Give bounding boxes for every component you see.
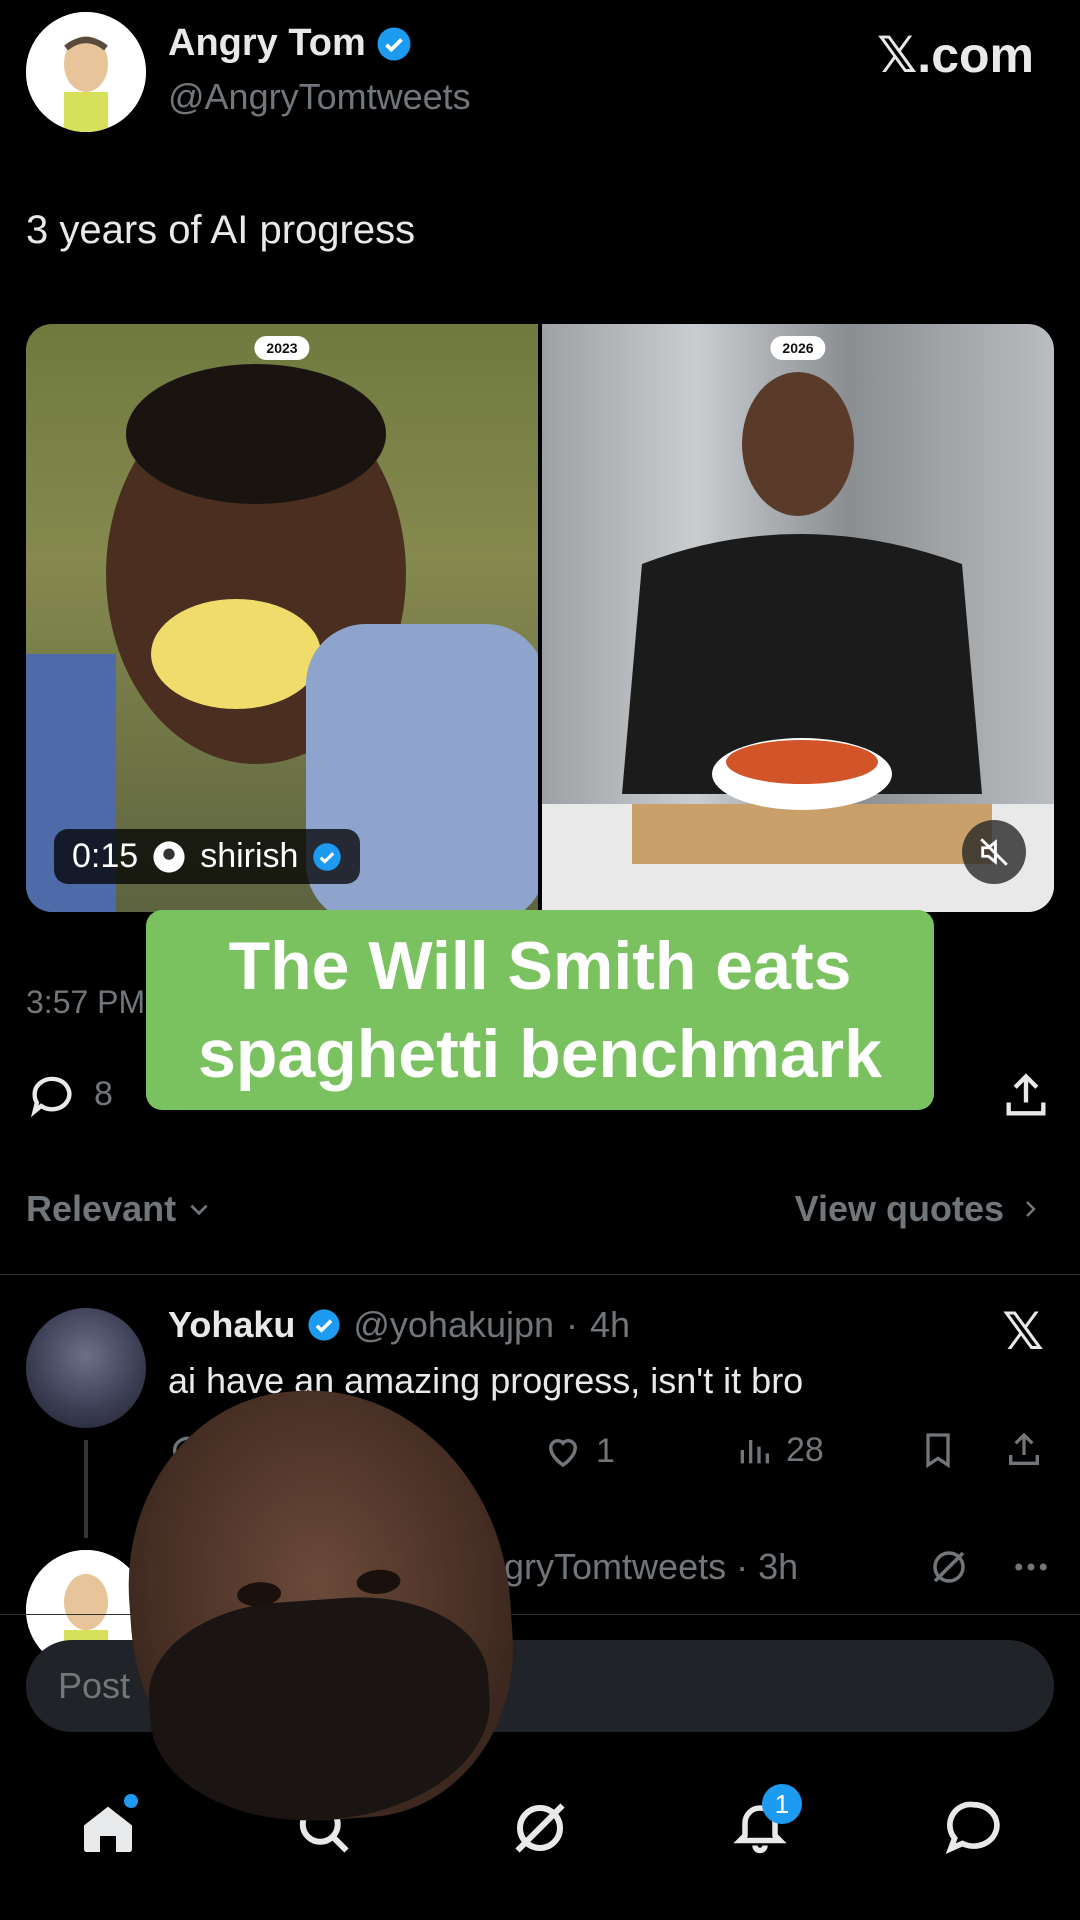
- tweet-timestamp: 3:57 PM: [26, 984, 146, 1020]
- reply-count: 8: [94, 1074, 113, 1113]
- reply-views-action[interactable]: 28: [734, 1430, 824, 1470]
- new-posts-dot: [124, 1794, 138, 1808]
- sort-relevant-dropdown[interactable]: Relevant: [26, 1188, 212, 1230]
- video-pane-2026[interactable]: 2026: [542, 324, 1054, 912]
- heart-icon: [548, 1439, 578, 1468]
- views-chart-icon: [740, 1440, 769, 1464]
- site-watermark: 𝕏.com: [877, 27, 1034, 83]
- share-icon: [1009, 1432, 1039, 1465]
- thread-line: [84, 1440, 88, 1538]
- chevron-down-icon: [190, 1204, 208, 1216]
- cartoon-avatar-icon: [26, 12, 146, 132]
- x-logo-icon: 𝕏: [1002, 1303, 1044, 1361]
- tweet-media[interactable]: 2023 0:15 shirish 2026: [26, 324, 1054, 912]
- section-divider: [0, 1274, 1080, 1275]
- notifications-badge: 1: [762, 1784, 802, 1824]
- creator-avatar-icon: [153, 840, 185, 873]
- share-button[interactable]: [1000, 1070, 1052, 1127]
- bookmark-icon: [926, 1433, 950, 1469]
- video-badge: 0:15 shirish: [54, 829, 361, 884]
- bookmark-button[interactable]: [918, 1430, 958, 1470]
- reply-share-button[interactable]: [1004, 1430, 1044, 1470]
- muted-speaker-icon: [980, 838, 1008, 866]
- reply2-icons: [928, 1546, 1052, 1588]
- video-duration: 0:15: [72, 837, 139, 875]
- video-pane-2023[interactable]: 2023 0:15 shirish: [26, 324, 538, 912]
- reply-author-name[interactable]: Yohaku: [168, 1304, 295, 1346]
- chevron-right-icon: [1026, 1201, 1036, 1217]
- author-avatar[interactable]: [26, 12, 146, 132]
- view-quotes-label: View quotes: [794, 1188, 1004, 1229]
- video-credit: shirish: [200, 837, 299, 875]
- tweet-text: 3 years of AI progress: [26, 208, 416, 252]
- reply-action[interactable]: 8: [26, 1068, 113, 1120]
- grok-icon[interactable]: [928, 1546, 970, 1588]
- reply-time: 4h: [590, 1304, 631, 1345]
- separator-dot: ·: [566, 1304, 579, 1345]
- verified-badge-icon: [313, 842, 342, 871]
- reply-header: Yohaku @yohakujpn · 4h: [168, 1304, 630, 1346]
- verified-badge-icon: [308, 1309, 340, 1341]
- sort-label: Relevant: [26, 1188, 177, 1229]
- view-quotes-link[interactable]: View quotes: [795, 1188, 1042, 1230]
- reply-icon: [30, 1076, 72, 1118]
- reply-author-handle[interactable]: @yohakujpn: [353, 1304, 554, 1346]
- reply2-handle[interactable]: ngryTomtweets · 3h: [484, 1546, 798, 1588]
- caption-overlay: The Will Smith eats spaghetti benchmark: [146, 910, 934, 1110]
- reply-like-count: 1: [596, 1431, 615, 1470]
- reply-view-count: 28: [786, 1430, 824, 1469]
- verified-badge-icon: [377, 27, 411, 60]
- caption-line-1: The Will Smith eats: [228, 928, 852, 1004]
- grok-icon: [515, 1803, 565, 1853]
- author-handle[interactable]: @AngryTomtweets: [168, 76, 471, 118]
- mute-button[interactable]: [962, 820, 1026, 884]
- person-eating-illustration: [26, 364, 538, 912]
- author-name-text: Angry Tom: [168, 22, 366, 64]
- more-options-icon[interactable]: [1010, 1546, 1052, 1588]
- caption-line-2: spaghetti benchmark: [198, 1016, 882, 1092]
- chat-bubble-icon: [945, 1801, 1000, 1855]
- nav-messages[interactable]: [934, 1788, 1014, 1868]
- nav-home[interactable]: [68, 1788, 148, 1868]
- share-icon: [1006, 1073, 1046, 1116]
- reply-like-action[interactable]: 1: [542, 1430, 615, 1472]
- nav-notifications[interactable]: 1: [720, 1784, 802, 1868]
- author-name[interactable]: Angry Tom: [168, 22, 412, 65]
